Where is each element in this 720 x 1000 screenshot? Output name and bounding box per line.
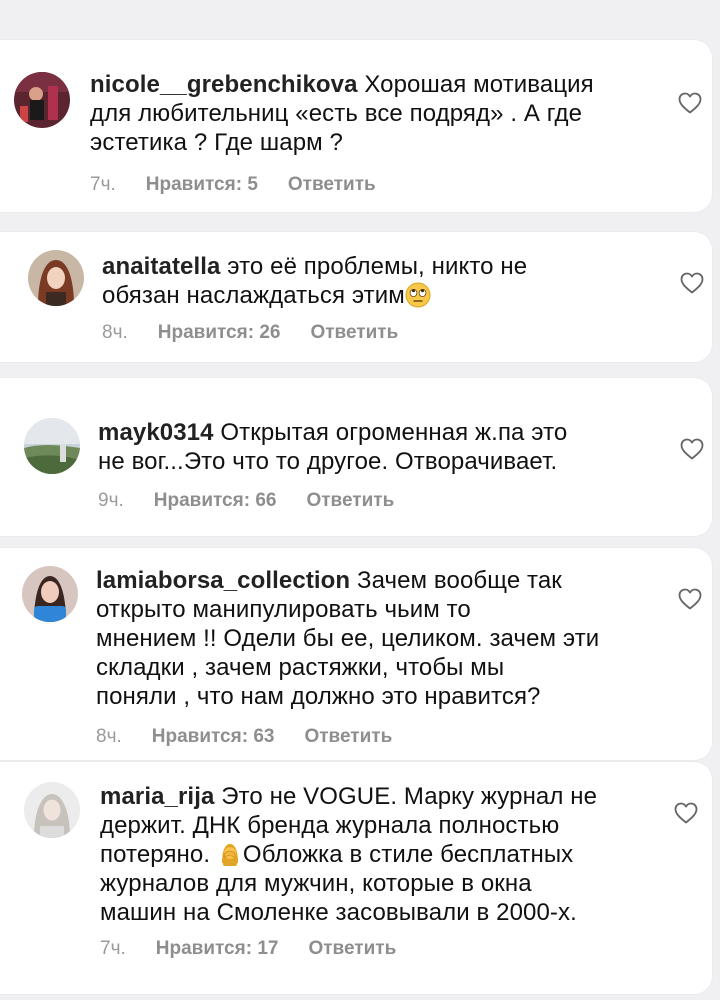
comment-username[interactable]: nicole__grebenchikova xyxy=(90,71,358,98)
reply-button[interactable]: Ответить xyxy=(288,174,376,196)
comment-time: 7ч. xyxy=(100,938,126,959)
comment-body: не вог...Это что то другое. Отворачивает… xyxy=(98,448,558,475)
comment-meta: 7ч. Нравится: 17 Ответить xyxy=(100,938,396,960)
comment-meta: 8ч. Нравится: 63 Ответить xyxy=(96,726,392,748)
comment-body: потеряно. xyxy=(100,841,211,868)
comment-body: обязан наслаждаться этим xyxy=(102,282,405,309)
comment-body: открыто манипулировать чьим то xyxy=(96,596,471,623)
heart-outline-icon[interactable] xyxy=(680,272,704,294)
comment-body: складки , зачем растяжки, чтобы мы xyxy=(96,654,505,681)
reply-button[interactable]: Ответить xyxy=(306,490,394,512)
comment-time: 9ч. xyxy=(98,490,124,511)
comment-body: Зачем вообще так xyxy=(356,567,562,594)
heart-outline-icon[interactable] xyxy=(674,802,698,824)
comment-body: Это не VOGUE. Марку журнал не xyxy=(221,783,598,810)
comment-body: держит. ДНК бренда журнала полностью xyxy=(100,812,560,839)
comment-username[interactable]: anaitatella xyxy=(102,253,221,280)
comment-text: lamiaborsa_collection Зачем вообще так о… xyxy=(96,566,676,711)
comment-meta: 9ч. Нравится: 66 Ответить xyxy=(98,490,394,512)
comment-time: 8ч. xyxy=(96,726,122,747)
avatar[interactable] xyxy=(14,72,70,128)
comment-likes[interactable]: Нравится: 5 xyxy=(146,174,258,196)
comment-text: mayk0314 Открытая огроменная ж.па это не… xyxy=(98,418,668,476)
avatar[interactable] xyxy=(24,782,80,838)
comment-body: машин на Смоленке засовывали в 2000-х. xyxy=(100,899,577,926)
avatar[interactable] xyxy=(22,566,78,622)
facepalm-emoji xyxy=(217,841,243,867)
comment-username[interactable]: lamiaborsa_collection xyxy=(96,567,350,594)
comment-likes[interactable]: Нравится: 26 xyxy=(158,322,281,344)
heart-outline-icon[interactable] xyxy=(680,438,704,460)
reply-button[interactable]: Ответить xyxy=(308,938,396,960)
comment-time: 7ч. xyxy=(90,174,116,195)
comment-time: 8ч. xyxy=(102,322,128,343)
comment-text: nicole__grebenchikova Хорошая мотивация … xyxy=(90,70,650,157)
reply-button[interactable]: Ответить xyxy=(310,322,398,344)
comment-likes[interactable]: Нравится: 63 xyxy=(152,726,275,748)
comment-text: anaitatella это её проблемы, никто не об… xyxy=(102,252,662,310)
avatar[interactable] xyxy=(28,250,84,306)
comment-body: мнением !! Одели бы ее, целиком. зачем э… xyxy=(96,625,600,652)
comment-body: эстетика ? Где шарм ? xyxy=(90,129,343,156)
comment-text: maria_rija Это не VOGUE. Марку журнал не… xyxy=(100,782,680,927)
comment-body: Открытая огроменная ж.па это xyxy=(220,419,568,446)
comment-likes[interactable]: Нравится: 17 xyxy=(156,938,279,960)
eye-roll-emoji xyxy=(405,282,431,308)
comment-likes[interactable]: Нравится: 66 xyxy=(154,490,277,512)
comment-body: для любительниц «есть все подряд» . А гд… xyxy=(90,100,583,127)
comment-body: Обложка в стиле бесплатных xyxy=(242,841,574,868)
comment-body: это её проблемы, никто не xyxy=(227,253,528,280)
comment-body: Хорошая мотивация xyxy=(364,71,594,98)
comment-body: журналов для мужчин, которые в окна xyxy=(100,870,532,897)
comment-username[interactable]: maria_rija xyxy=(100,783,214,810)
comment-meta: 7ч. Нравится: 5 Ответить xyxy=(90,174,376,196)
heart-outline-icon[interactable] xyxy=(678,92,702,114)
comment-body: поняли , что нам должно это нравится? xyxy=(96,683,541,710)
comment-meta: 8ч. Нравится: 26 Ответить xyxy=(102,322,398,344)
avatar[interactable] xyxy=(24,418,80,474)
heart-outline-icon[interactable] xyxy=(678,588,702,610)
reply-button[interactable]: Ответить xyxy=(304,726,392,748)
comment-username[interactable]: mayk0314 xyxy=(98,419,214,446)
comments-screen: nicole__grebenchikova Хорошая мотивация … xyxy=(0,0,720,1000)
